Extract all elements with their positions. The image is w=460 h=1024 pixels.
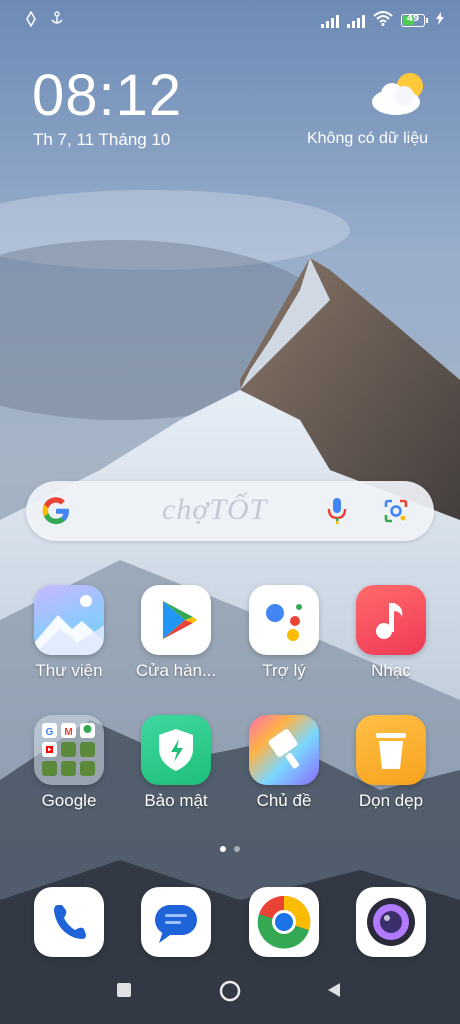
clock-time[interactable]: 08:12: [32, 62, 182, 129]
status-bar: 49: [0, 0, 460, 40]
app-label: Chủ đề: [256, 791, 312, 810]
app-label: Thư viện: [35, 661, 103, 680]
trash-bin-icon: [356, 715, 426, 785]
app-security[interactable]: Bảo mật: [126, 715, 226, 811]
navigation-bar: [0, 970, 460, 1016]
svg-text:M: M: [64, 727, 72, 738]
messages-icon: [141, 887, 211, 957]
chrome-icon: [249, 887, 319, 957]
battery-level: 49: [406, 14, 420, 24]
dock-chrome[interactable]: [234, 887, 334, 957]
back-button[interactable]: [326, 982, 342, 1002]
app-label: Nhạc: [371, 661, 411, 680]
microphone-icon[interactable]: [326, 497, 348, 529]
app-music[interactable]: Nhạc: [341, 585, 441, 681]
clock-date[interactable]: Th 7, 11 Tháng 10: [33, 130, 170, 150]
dock-phone[interactable]: [19, 887, 119, 957]
page-dot-active: [220, 846, 226, 852]
app-folder-google[interactable]: G M Google: [19, 715, 119, 811]
location-icon: [26, 10, 36, 31]
app-assistant[interactable]: Trợ lý: [234, 585, 334, 681]
app-gallery[interactable]: Thư viện: [19, 585, 119, 681]
app-label: Trợ lý: [262, 661, 306, 680]
music-note-icon: [356, 585, 426, 655]
page-indicator: [0, 846, 460, 852]
play-store-icon: [141, 585, 211, 655]
recents-button[interactable]: [116, 982, 132, 1002]
anchor-icon: [50, 11, 64, 31]
app-cleaner[interactable]: Dọn dẹp: [341, 715, 441, 811]
google-logo-icon: [40, 495, 72, 531]
google-search-bar[interactable]: chợTỐT: [26, 481, 434, 541]
dock-camera[interactable]: [341, 887, 441, 957]
weather-status[interactable]: Không có dữ liệu: [307, 130, 428, 148]
signal-icon-sim1: [321, 14, 339, 28]
page-dot: [234, 846, 240, 852]
app-play-store[interactable]: Cửa hàn...: [126, 585, 226, 681]
wifi-icon: [373, 11, 393, 30]
security-shield-icon: [141, 715, 211, 785]
app-label: Google: [41, 791, 97, 810]
weather-cloud-sun-icon[interactable]: [370, 70, 426, 118]
dock-messages[interactable]: [126, 887, 226, 957]
watermark-text: chợTỐT: [162, 493, 268, 526]
battery-indicator: 49: [401, 14, 428, 27]
app-label: Cửa hàn...: [135, 661, 217, 680]
folder-icon: G M: [34, 715, 104, 785]
signal-icon-sim2: [347, 14, 365, 28]
gallery-icon: [34, 585, 104, 655]
app-label: Bảo mật: [144, 791, 208, 810]
home-button[interactable]: [219, 980, 241, 1006]
charging-icon: [436, 12, 444, 29]
app-themes[interactable]: Chủ đề: [234, 715, 334, 811]
themes-brush-icon: [249, 715, 319, 785]
camera-icon: [356, 887, 426, 957]
app-label: Dọn dẹp: [358, 791, 424, 810]
svg-text:G: G: [46, 727, 54, 738]
assistant-icon: [249, 585, 319, 655]
phone-icon: [34, 887, 104, 957]
google-lens-icon[interactable]: [382, 497, 410, 529]
